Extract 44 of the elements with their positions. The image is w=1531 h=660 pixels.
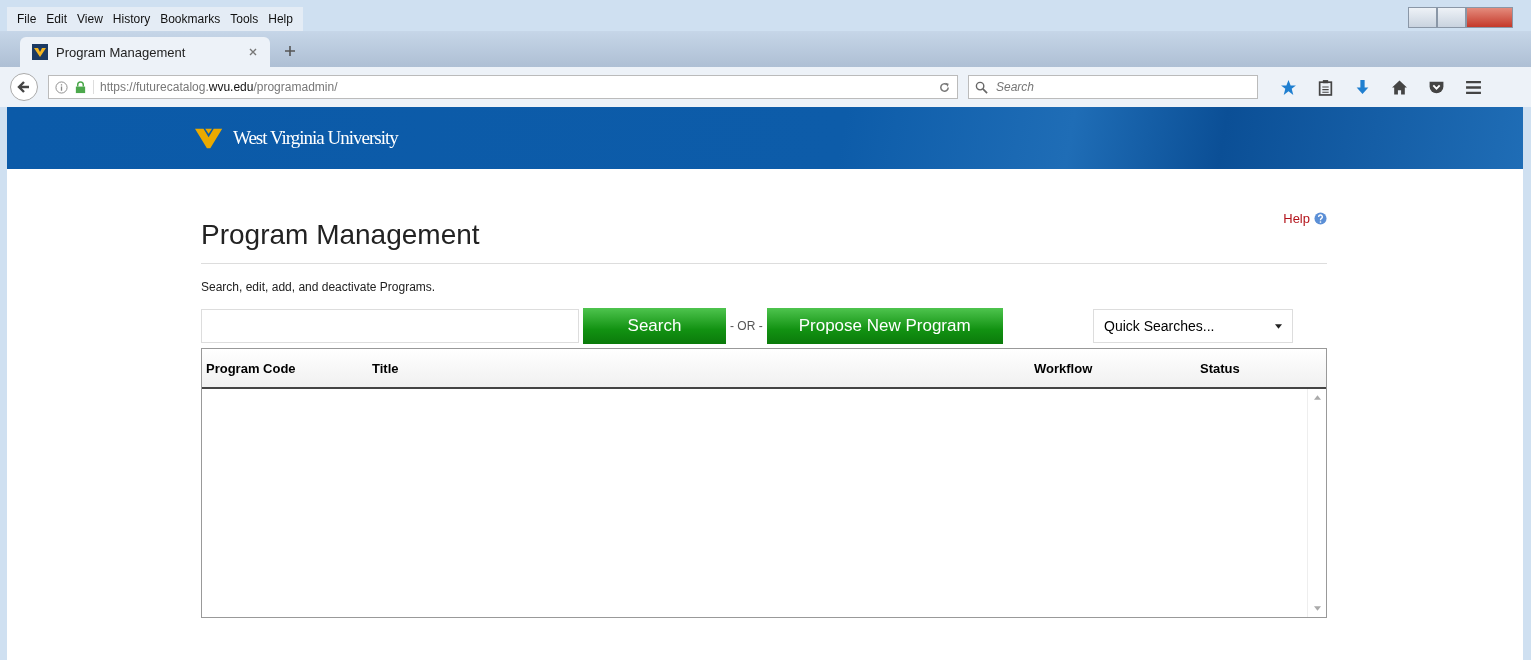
help-link[interactable]: Help xyxy=(1283,211,1310,226)
bookmark-star-icon[interactable] xyxy=(1280,78,1297,96)
clipboard-icon[interactable] xyxy=(1317,78,1334,96)
scroll-down-icon[interactable] xyxy=(1313,606,1321,611)
close-button[interactable] xyxy=(1466,7,1513,28)
home-icon[interactable] xyxy=(1391,78,1408,96)
help-icon[interactable] xyxy=(1314,212,1327,225)
program-search-field[interactable] xyxy=(201,309,579,343)
url-text: https://futurecatalog.wvu.edu/programadmin/ xyxy=(93,80,932,94)
address-bar[interactable]: https://futurecatalog.wvu.edu/programadmin/ xyxy=(48,75,958,99)
new-tab-icon[interactable] xyxy=(284,45,296,57)
close-tab-icon[interactable] xyxy=(248,47,258,57)
browser-tab[interactable]: Program Management xyxy=(20,37,270,67)
menu-item[interactable]: Bookmarks xyxy=(156,12,225,26)
menu-item[interactable]: View xyxy=(73,12,107,26)
menu-icon[interactable] xyxy=(1465,78,1482,96)
search-button[interactable]: Search xyxy=(583,308,726,344)
or-separator: - OR - xyxy=(730,319,763,333)
scroll-up-icon[interactable] xyxy=(1313,395,1321,400)
back-arrow-icon xyxy=(16,79,32,95)
info-icon[interactable] xyxy=(55,80,68,94)
search-icon xyxy=(975,80,988,94)
back-button[interactable] xyxy=(10,73,38,101)
menu-item[interactable]: File xyxy=(13,12,41,26)
favicon-icon xyxy=(32,44,48,60)
lock-icon xyxy=(74,80,87,94)
quick-searches-dropdown[interactable]: Quick Searches... xyxy=(1093,309,1293,343)
search-bar[interactable]: Search xyxy=(968,75,1258,99)
page-title: Program Management xyxy=(201,219,480,251)
logo-text: West Virginia University xyxy=(233,127,398,149)
column-header[interactable]: Title xyxy=(372,360,1034,376)
minimize-button[interactable] xyxy=(1408,7,1437,28)
menu-item[interactable]: Edit xyxy=(42,12,72,26)
caret-icon xyxy=(1275,323,1282,329)
menu-item[interactable]: Tools xyxy=(226,12,263,26)
page-description: Search, edit, add, and deactivate Programs. xyxy=(201,280,437,294)
maximize-button[interactable] xyxy=(1437,7,1466,28)
column-header[interactable]: Status xyxy=(1200,360,1240,376)
column-header[interactable]: Program Code xyxy=(206,360,372,376)
menu-item[interactable]: Help xyxy=(264,12,297,26)
propose-new-program-button[interactable]: Propose New Program xyxy=(766,308,1003,344)
column-header[interactable]: Workflow xyxy=(1034,360,1200,376)
menu-item[interactable]: History xyxy=(108,12,155,26)
reload-icon[interactable] xyxy=(938,80,951,94)
